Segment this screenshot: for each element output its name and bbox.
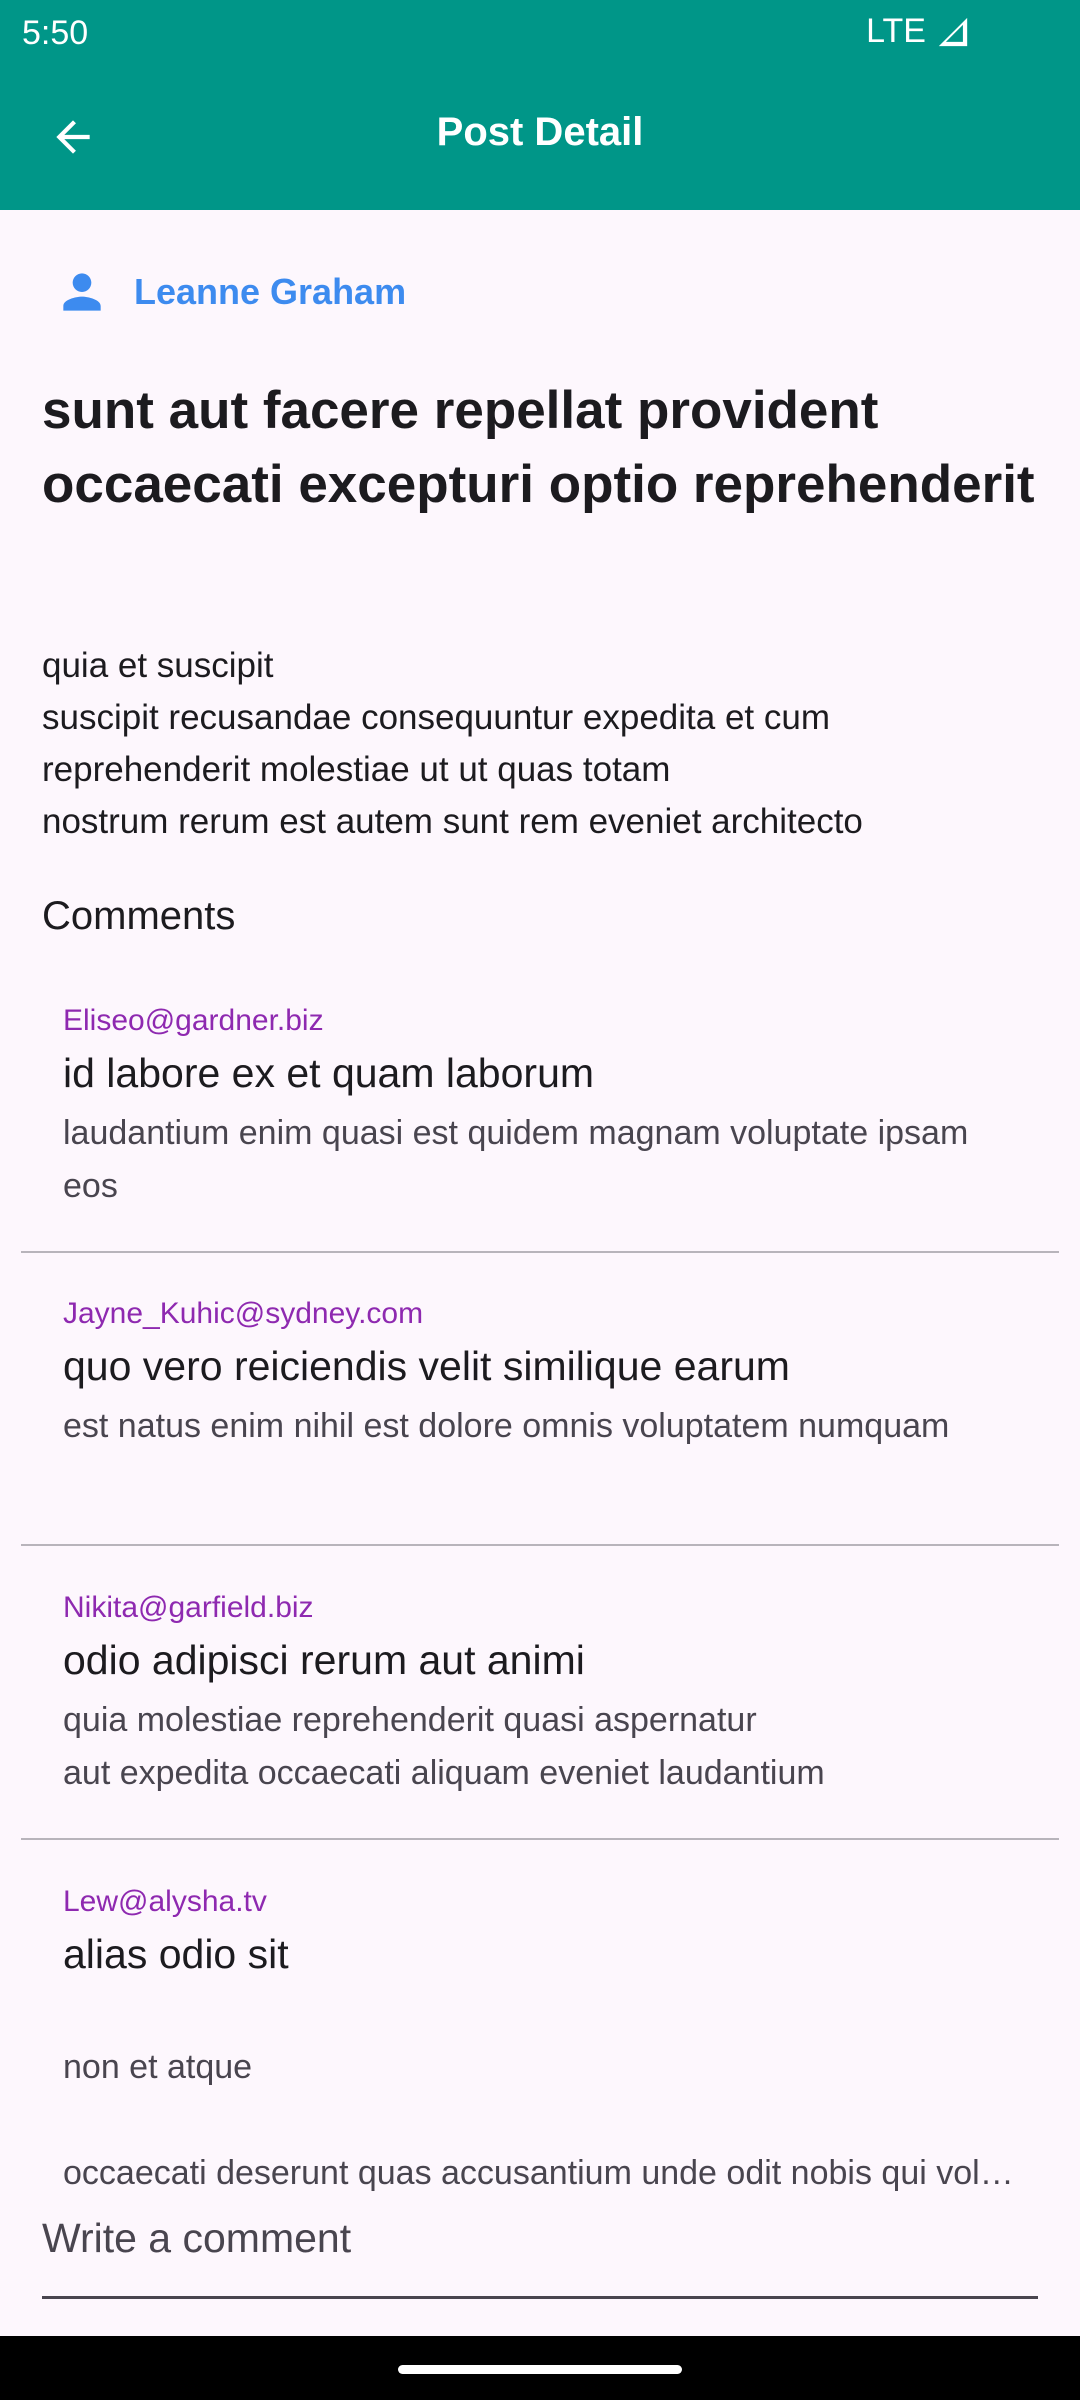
status-time: 5:50 [22,14,89,52]
author-row[interactable]: Leanne Graham [54,264,406,320]
network-type: LTE [866,12,926,50]
comment-item[interactable]: Jayne_Kuhic@sydney.com quo vero reiciend… [21,1252,1059,1546]
comment-input[interactable] [42,2180,1038,2299]
status-bar: 5:50 LTE [0,0,1080,64]
post-title: sunt aut facere repellat provident occae… [42,381,1035,514]
comment-email: Jayne_Kuhic@sydney.com [63,1297,424,1330]
comment-email: Lew@alysha.tv [63,1885,267,1918]
comment-item[interactable]: Nikita@garfield.biz odio adipisci rerum … [21,1546,1059,1840]
navigation-bar [0,2336,1080,2400]
comment-body: est natus enim nihil est dolore omnis vo… [63,1407,950,1445]
comment-name: quo vero reiciendis velit similique earu… [63,1343,790,1389]
comment-name: alias odio sit [63,1931,289,1977]
person-icon [63,273,101,311]
signal-icon [938,17,968,46]
comment-name: id labore ex et quam laborum [63,1050,595,1096]
status-icons: LTE [866,12,970,51]
page-title: Post Detail [436,110,644,154]
comments-heading: Comments [42,894,236,938]
author-name[interactable]: Leanne Graham [134,271,406,313]
home-indicator[interactable] [398,2365,682,2374]
comment-item[interactable]: Lew@alysha.tv alias odio sit non et atqu… [21,1840,1059,2192]
comment-body: quia molestiae reprehenderit quasi asper… [63,1701,825,1792]
comment-body: laudantium enim quasi est quidem magnam … [63,1114,969,1205]
comment-email: Nikita@garfield.biz [63,1591,314,1624]
comment-body-line: non et atque [63,2048,253,2086]
comment-item[interactable]: Eliseo@gardner.biz id labore ex et quam … [21,985,1059,1253]
comment-name: odio adipisci rerum aut animi [63,1637,585,1683]
post-body: quia et suscipit suscipit recusandae con… [42,646,863,841]
comment-email: Eliseo@gardner.biz [63,1004,324,1037]
app-bar: Post Detail [0,64,1080,210]
